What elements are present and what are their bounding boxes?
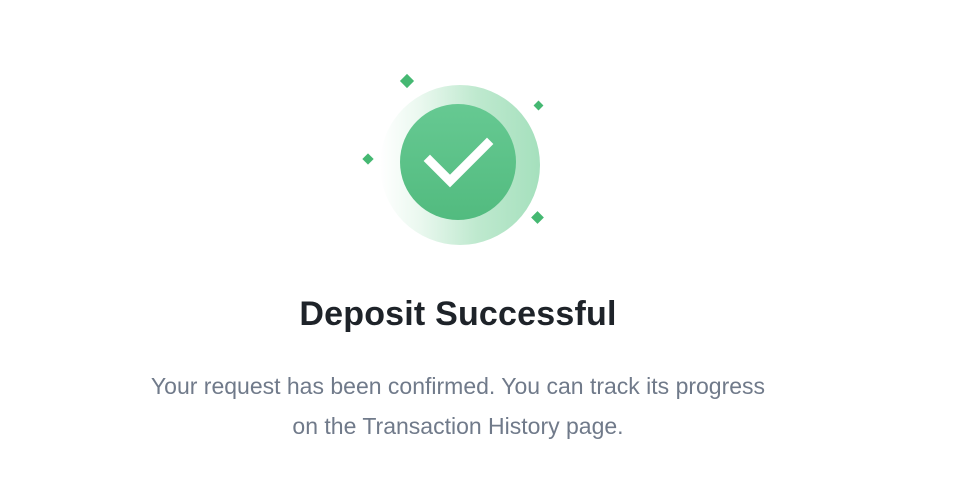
check-icon xyxy=(423,137,494,188)
sparkle-icon xyxy=(531,211,544,224)
confirmation-message-line-2: on the Transaction History page. xyxy=(292,413,624,439)
confirmation-message-line-1: Your request has been confirmed. You can… xyxy=(150,373,766,399)
check-circle-icon xyxy=(400,104,516,220)
confirmation-message: Your request has been confirmed. You can… xyxy=(60,366,856,446)
sparkle-icon xyxy=(399,73,415,89)
sparkle-icon xyxy=(533,100,544,111)
success-badge xyxy=(353,63,553,253)
sparkle-icon xyxy=(362,153,374,165)
deposit-success-page: Deposit Successful Your request has been… xyxy=(0,0,968,492)
page-title: Deposit Successful xyxy=(299,295,617,333)
